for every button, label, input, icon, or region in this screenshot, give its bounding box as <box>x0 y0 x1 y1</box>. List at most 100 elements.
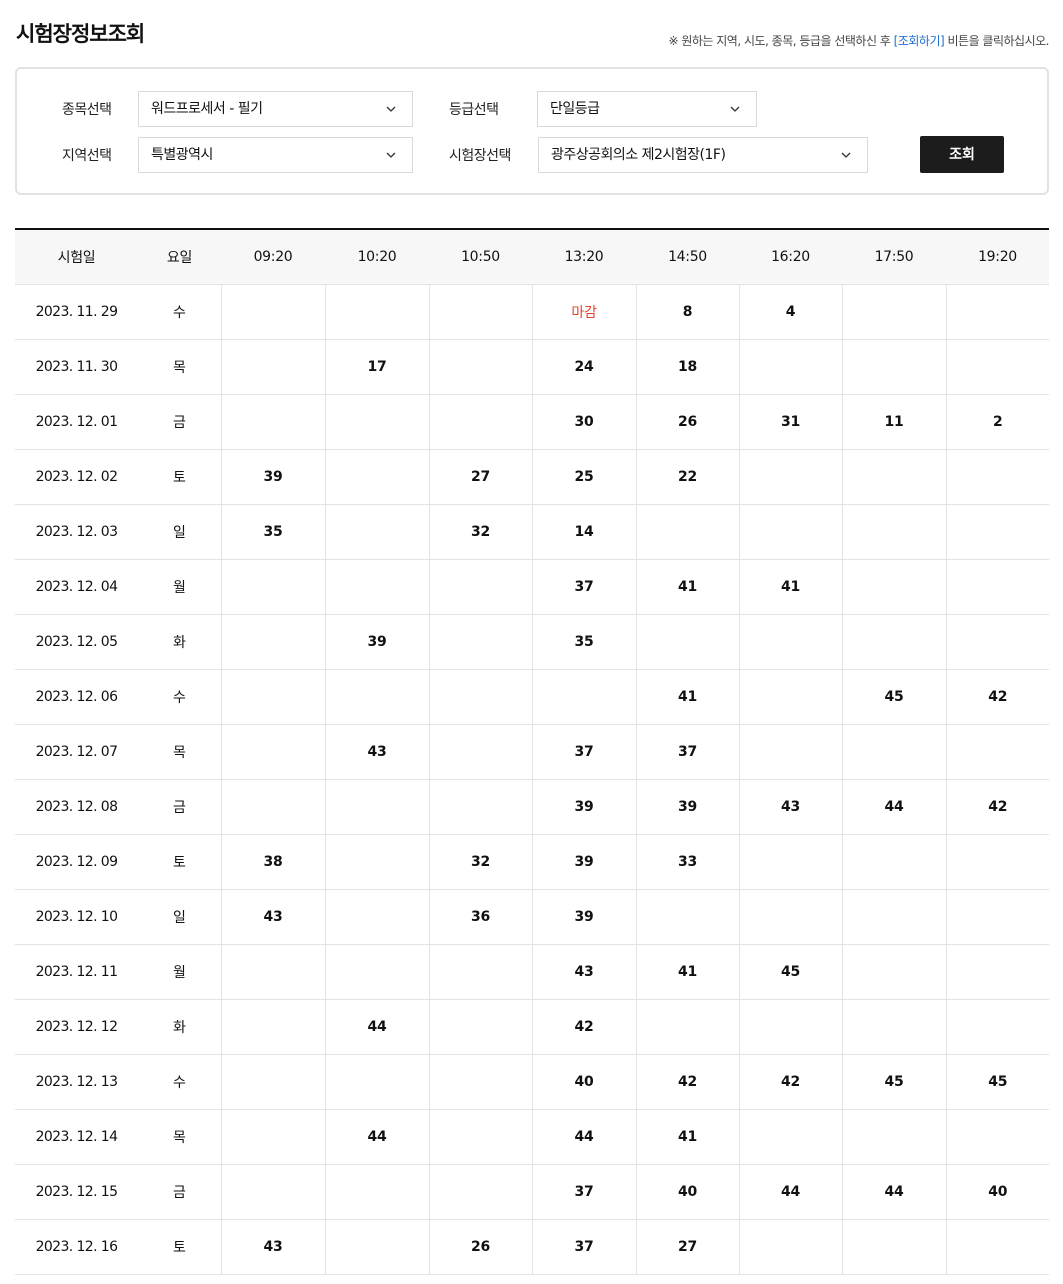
subject-select[interactable]: 워드프로세서 - 필기 <box>138 91 413 127</box>
seat-count-cell[interactable]: 14 <box>531 504 636 560</box>
seat-count-cell[interactable]: 8 <box>635 284 739 340</box>
seat-count-cell[interactable]: 25 <box>531 449 636 505</box>
seat-count-cell[interactable]: 40 <box>635 1164 739 1220</box>
empty-slot-cell <box>220 944 325 1000</box>
seat-count-cell[interactable]: 39 <box>220 449 325 505</box>
empty-slot-cell <box>945 834 1049 890</box>
seat-count-cell[interactable]: 44 <box>841 1164 946 1220</box>
seat-count-cell[interactable]: 41 <box>738 559 842 615</box>
empty-slot-cell <box>945 559 1049 615</box>
seat-count-cell[interactable]: 43 <box>531 944 636 1000</box>
seat-count-cell[interactable]: 37 <box>531 1219 636 1275</box>
seat-count-cell[interactable]: 37 <box>531 724 636 780</box>
seat-count-cell[interactable]: 43 <box>324 724 429 780</box>
seat-count-cell[interactable]: 45 <box>738 944 842 1000</box>
exam-date-cell: 2023. 12. 03 <box>15 504 138 560</box>
seat-count-cell[interactable]: 40 <box>945 1164 1049 1220</box>
table-row: 2023. 12. 12 화 44 42 <box>15 999 1049 1055</box>
seat-count-cell[interactable]: 45 <box>841 669 946 725</box>
header-time-1320: 13:20 <box>532 229 636 285</box>
empty-slot-cell <box>841 559 946 615</box>
seat-count-cell[interactable]: 43 <box>220 1219 325 1275</box>
seat-count-cell[interactable]: 4 <box>738 284 842 340</box>
empty-slot-cell <box>220 284 325 340</box>
weekday-cell: 일 <box>138 889 221 945</box>
seat-count-cell[interactable]: 44 <box>324 1109 429 1165</box>
seat-count-cell[interactable]: 41 <box>635 1109 739 1165</box>
weekday-cell: 월 <box>138 559 221 615</box>
seat-count-cell[interactable]: 2 <box>945 394 1049 450</box>
empty-slot-cell <box>945 999 1049 1055</box>
empty-slot-cell <box>324 944 429 1000</box>
seat-count-cell[interactable]: 37 <box>531 1164 636 1220</box>
empty-slot-cell <box>738 724 842 780</box>
seat-count-cell[interactable]: 44 <box>324 999 429 1055</box>
seat-count-cell[interactable]: 43 <box>738 779 842 835</box>
seat-count-cell[interactable]: 36 <box>428 889 532 945</box>
seat-count-cell[interactable]: 45 <box>945 1054 1049 1110</box>
exam-date-cell: 2023. 12. 04 <box>15 559 138 615</box>
empty-slot-cell <box>428 1109 532 1165</box>
subject-label: 종목선택 <box>62 102 112 118</box>
seat-count-cell[interactable]: 44 <box>531 1109 636 1165</box>
seat-count-cell[interactable]: 26 <box>635 394 739 450</box>
seat-count-cell[interactable]: 32 <box>428 834 532 890</box>
grade-select[interactable]: 단일등급 <box>537 91 757 127</box>
seat-count-cell[interactable]: 31 <box>738 394 842 450</box>
seat-count-cell[interactable]: 40 <box>531 1054 636 1110</box>
seat-count-cell[interactable]: 39 <box>635 779 739 835</box>
empty-slot-cell <box>324 669 429 725</box>
region-select[interactable]: 특별광역시 <box>138 137 413 173</box>
seat-count-cell[interactable]: 32 <box>428 504 532 560</box>
table-row: 2023. 12. 15 금 37 40 44 44 40 <box>15 1164 1049 1220</box>
seat-count-cell[interactable]: 35 <box>531 614 636 670</box>
seat-count-cell[interactable]: 41 <box>635 669 739 725</box>
seat-count-cell[interactable]: 42 <box>738 1054 842 1110</box>
seat-count-cell[interactable]: 44 <box>738 1164 842 1220</box>
exam-date-cell: 2023. 12. 01 <box>15 394 138 450</box>
seat-count-cell[interactable]: 41 <box>635 559 739 615</box>
seat-count-cell[interactable]: 22 <box>635 449 739 505</box>
seat-count-cell[interactable]: 39 <box>531 834 636 890</box>
seat-count-cell[interactable]: 17 <box>324 339 429 395</box>
exam-date-cell: 2023. 12. 10 <box>15 889 138 945</box>
weekday-cell: 금 <box>138 394 221 450</box>
weekday-cell: 수 <box>138 669 221 725</box>
seat-count-cell[interactable]: 42 <box>635 1054 739 1110</box>
header-time-1750: 17:50 <box>842 229 946 285</box>
seat-count-cell[interactable]: 42 <box>945 779 1049 835</box>
seat-count-cell[interactable]: 11 <box>841 394 946 450</box>
seat-count-cell[interactable]: 33 <box>635 834 739 890</box>
seat-count-cell[interactable]: 44 <box>841 779 946 835</box>
site-select-value: 광주상공회의소 제2시험장(1F) <box>551 147 726 163</box>
empty-slot-cell <box>635 614 739 670</box>
seat-count-cell[interactable]: 39 <box>324 614 429 670</box>
seat-count-cell[interactable]: 30 <box>531 394 636 450</box>
weekday-cell: 일 <box>138 504 221 560</box>
empty-slot-cell <box>428 999 532 1055</box>
empty-slot-cell <box>738 889 842 945</box>
seat-count-cell[interactable]: 39 <box>531 779 636 835</box>
empty-slot-cell <box>324 1219 429 1275</box>
seat-count-cell[interactable]: 26 <box>428 1219 532 1275</box>
seat-count-cell[interactable]: 37 <box>635 724 739 780</box>
page-title: 시험장정보조회 <box>16 22 145 46</box>
seat-count-cell[interactable]: 35 <box>220 504 325 560</box>
seat-count-cell[interactable]: 43 <box>220 889 325 945</box>
seat-count-cell[interactable]: 24 <box>531 339 636 395</box>
seat-count-cell[interactable]: 27 <box>428 449 532 505</box>
seat-count-cell[interactable]: 41 <box>635 944 739 1000</box>
seat-count-cell[interactable]: 42 <box>945 669 1049 725</box>
seat-count-cell[interactable]: 39 <box>531 889 636 945</box>
seat-count-cell[interactable]: 37 <box>531 559 636 615</box>
seat-count-cell[interactable]: 42 <box>531 999 636 1055</box>
query-button[interactable]: 조회 <box>920 136 1004 173</box>
header-time-1620: 16:20 <box>739 229 842 285</box>
site-select[interactable]: 광주상공회의소 제2시험장(1F) <box>538 137 868 173</box>
seat-count-cell[interactable]: 18 <box>635 339 739 395</box>
seat-count-cell[interactable]: 45 <box>841 1054 946 1110</box>
seat-count-cell[interactable]: 27 <box>635 1219 739 1275</box>
empty-slot-cell <box>945 284 1049 340</box>
seat-count-cell[interactable]: 38 <box>220 834 325 890</box>
exam-date-cell: 2023. 12. 05 <box>15 614 138 670</box>
